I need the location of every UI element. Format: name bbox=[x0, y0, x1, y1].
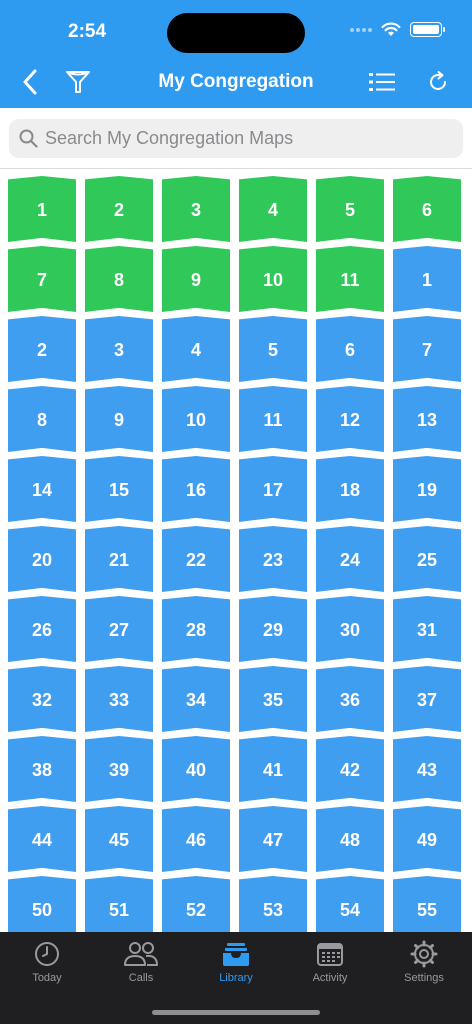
map-tile[interactable]: 55 bbox=[393, 876, 461, 932]
map-tile[interactable]: 15 bbox=[85, 456, 153, 522]
gear-icon bbox=[410, 940, 438, 968]
map-tile[interactable]: 34 bbox=[162, 666, 230, 732]
nav-header: 2:54 My Congregation bbox=[0, 0, 472, 108]
map-grid: 1 2 3 4 5 6 7 8 9 10 11 1 2 3 4 5 6 7 8 9 10 11 12 13 14 15 16 17 18… bbox=[8, 176, 472, 932]
search-icon bbox=[19, 129, 38, 148]
map-tile[interactable]: 49 bbox=[393, 806, 461, 872]
map-tile[interactable]: 23 bbox=[239, 526, 307, 592]
map-tile[interactable]: 46 bbox=[162, 806, 230, 872]
map-tile[interactable]: 39 bbox=[85, 736, 153, 802]
map-tile[interactable]: 3 bbox=[85, 316, 153, 382]
tab-today-label: Today bbox=[32, 972, 62, 984]
map-tile[interactable]: 27 bbox=[85, 596, 153, 662]
search-input[interactable] bbox=[45, 128, 463, 149]
map-tile[interactable]: 5 bbox=[239, 316, 307, 382]
map-tile[interactable]: 51 bbox=[85, 876, 153, 932]
map-tile[interactable]: 48 bbox=[316, 806, 384, 872]
map-tile[interactable]: 14 bbox=[8, 456, 76, 522]
map-tile[interactable]: 24 bbox=[316, 526, 384, 592]
tab-settings-label: Settings bbox=[404, 972, 444, 984]
battery-icon bbox=[410, 22, 445, 37]
map-tile[interactable]: 21 bbox=[85, 526, 153, 592]
map-tile[interactable]: 9 bbox=[162, 246, 230, 312]
tab-calls-label: Calls bbox=[128, 972, 154, 984]
people-icon bbox=[124, 942, 158, 966]
tab-activity[interactable]: Activity bbox=[283, 940, 377, 984]
home-indicator bbox=[152, 1010, 320, 1015]
map-tile[interactable]: 36 bbox=[316, 666, 384, 732]
map-tile[interactable]: 7 bbox=[393, 316, 461, 382]
dynamic-island bbox=[167, 13, 305, 53]
map-tile[interactable]: 20 bbox=[8, 526, 76, 592]
list-view-button[interactable] bbox=[364, 64, 400, 100]
map-tile[interactable]: 12 bbox=[316, 386, 384, 452]
divider bbox=[0, 168, 472, 169]
map-tile[interactable]: 1 bbox=[393, 246, 461, 312]
map-tile[interactable]: 38 bbox=[8, 736, 76, 802]
map-tile[interactable]: 4 bbox=[239, 176, 307, 242]
map-tile[interactable]: 1 bbox=[8, 176, 76, 242]
map-tile[interactable]: 18 bbox=[316, 456, 384, 522]
map-tile[interactable]: 6 bbox=[393, 176, 461, 242]
map-tile[interactable]: 6 bbox=[316, 316, 384, 382]
tab-library[interactable]: Library bbox=[189, 940, 283, 984]
map-tile[interactable]: 45 bbox=[85, 806, 153, 872]
map-tile[interactable]: 30 bbox=[316, 596, 384, 662]
map-tile[interactable]: 44 bbox=[8, 806, 76, 872]
map-tile[interactable]: 25 bbox=[393, 526, 461, 592]
map-tile[interactable]: 33 bbox=[85, 666, 153, 732]
map-tile[interactable]: 8 bbox=[85, 246, 153, 312]
map-tile[interactable]: 31 bbox=[393, 596, 461, 662]
map-tile[interactable]: 11 bbox=[316, 246, 384, 312]
map-tile[interactable]: 47 bbox=[239, 806, 307, 872]
tab-today[interactable]: Today bbox=[0, 940, 94, 984]
map-tile[interactable]: 43 bbox=[393, 736, 461, 802]
map-tile[interactable]: 17 bbox=[239, 456, 307, 522]
status-time: 2:54 bbox=[68, 21, 107, 42]
map-tile[interactable]: 22 bbox=[162, 526, 230, 592]
map-tile[interactable]: 9 bbox=[85, 386, 153, 452]
map-tile[interactable]: 29 bbox=[239, 596, 307, 662]
map-tile[interactable]: 42 bbox=[316, 736, 384, 802]
map-tile[interactable]: 13 bbox=[393, 386, 461, 452]
tab-settings[interactable]: Settings bbox=[377, 940, 471, 984]
refresh-button[interactable] bbox=[420, 64, 456, 100]
map-tile[interactable]: 10 bbox=[162, 386, 230, 452]
map-tile[interactable]: 32 bbox=[8, 666, 76, 732]
map-tile[interactable]: 16 bbox=[162, 456, 230, 522]
refresh-icon bbox=[430, 71, 446, 90]
map-tile[interactable]: 19 bbox=[393, 456, 461, 522]
map-tile[interactable]: 11 bbox=[239, 386, 307, 452]
clock-icon bbox=[35, 942, 59, 966]
map-tile[interactable]: 26 bbox=[8, 596, 76, 662]
map-tile[interactable]: 41 bbox=[239, 736, 307, 802]
wifi-icon bbox=[381, 22, 401, 36]
tab-activity-label: Activity bbox=[312, 972, 348, 984]
map-tile[interactable]: 2 bbox=[85, 176, 153, 242]
map-tile[interactable]: 37 bbox=[393, 666, 461, 732]
search-bar[interactable] bbox=[9, 119, 463, 158]
map-tile[interactable]: 10 bbox=[239, 246, 307, 312]
map-tile[interactable]: 5 bbox=[316, 176, 384, 242]
map-tile[interactable]: 8 bbox=[8, 386, 76, 452]
tab-library-label: Library bbox=[219, 972, 253, 984]
page-title: My Congregation bbox=[158, 71, 314, 92]
map-tile[interactable]: 35 bbox=[239, 666, 307, 732]
map-tile[interactable]: 2 bbox=[8, 316, 76, 382]
signal-icon bbox=[350, 27, 372, 32]
map-tile[interactable]: 52 bbox=[162, 876, 230, 932]
map-tile[interactable]: 7 bbox=[8, 246, 76, 312]
tab-calls[interactable]: Calls bbox=[94, 940, 188, 984]
map-tile[interactable]: 3 bbox=[162, 176, 230, 242]
map-tile[interactable]: 53 bbox=[239, 876, 307, 932]
tray-icon bbox=[223, 943, 249, 966]
calendar-icon bbox=[317, 943, 343, 966]
map-tile[interactable]: 50 bbox=[8, 876, 76, 932]
map-tile[interactable]: 28 bbox=[162, 596, 230, 662]
map-tile[interactable]: 54 bbox=[316, 876, 384, 932]
map-tile[interactable]: 40 bbox=[162, 736, 230, 802]
map-tile[interactable]: 4 bbox=[162, 316, 230, 382]
status-icons bbox=[350, 22, 445, 37]
list-icon bbox=[369, 73, 395, 91]
